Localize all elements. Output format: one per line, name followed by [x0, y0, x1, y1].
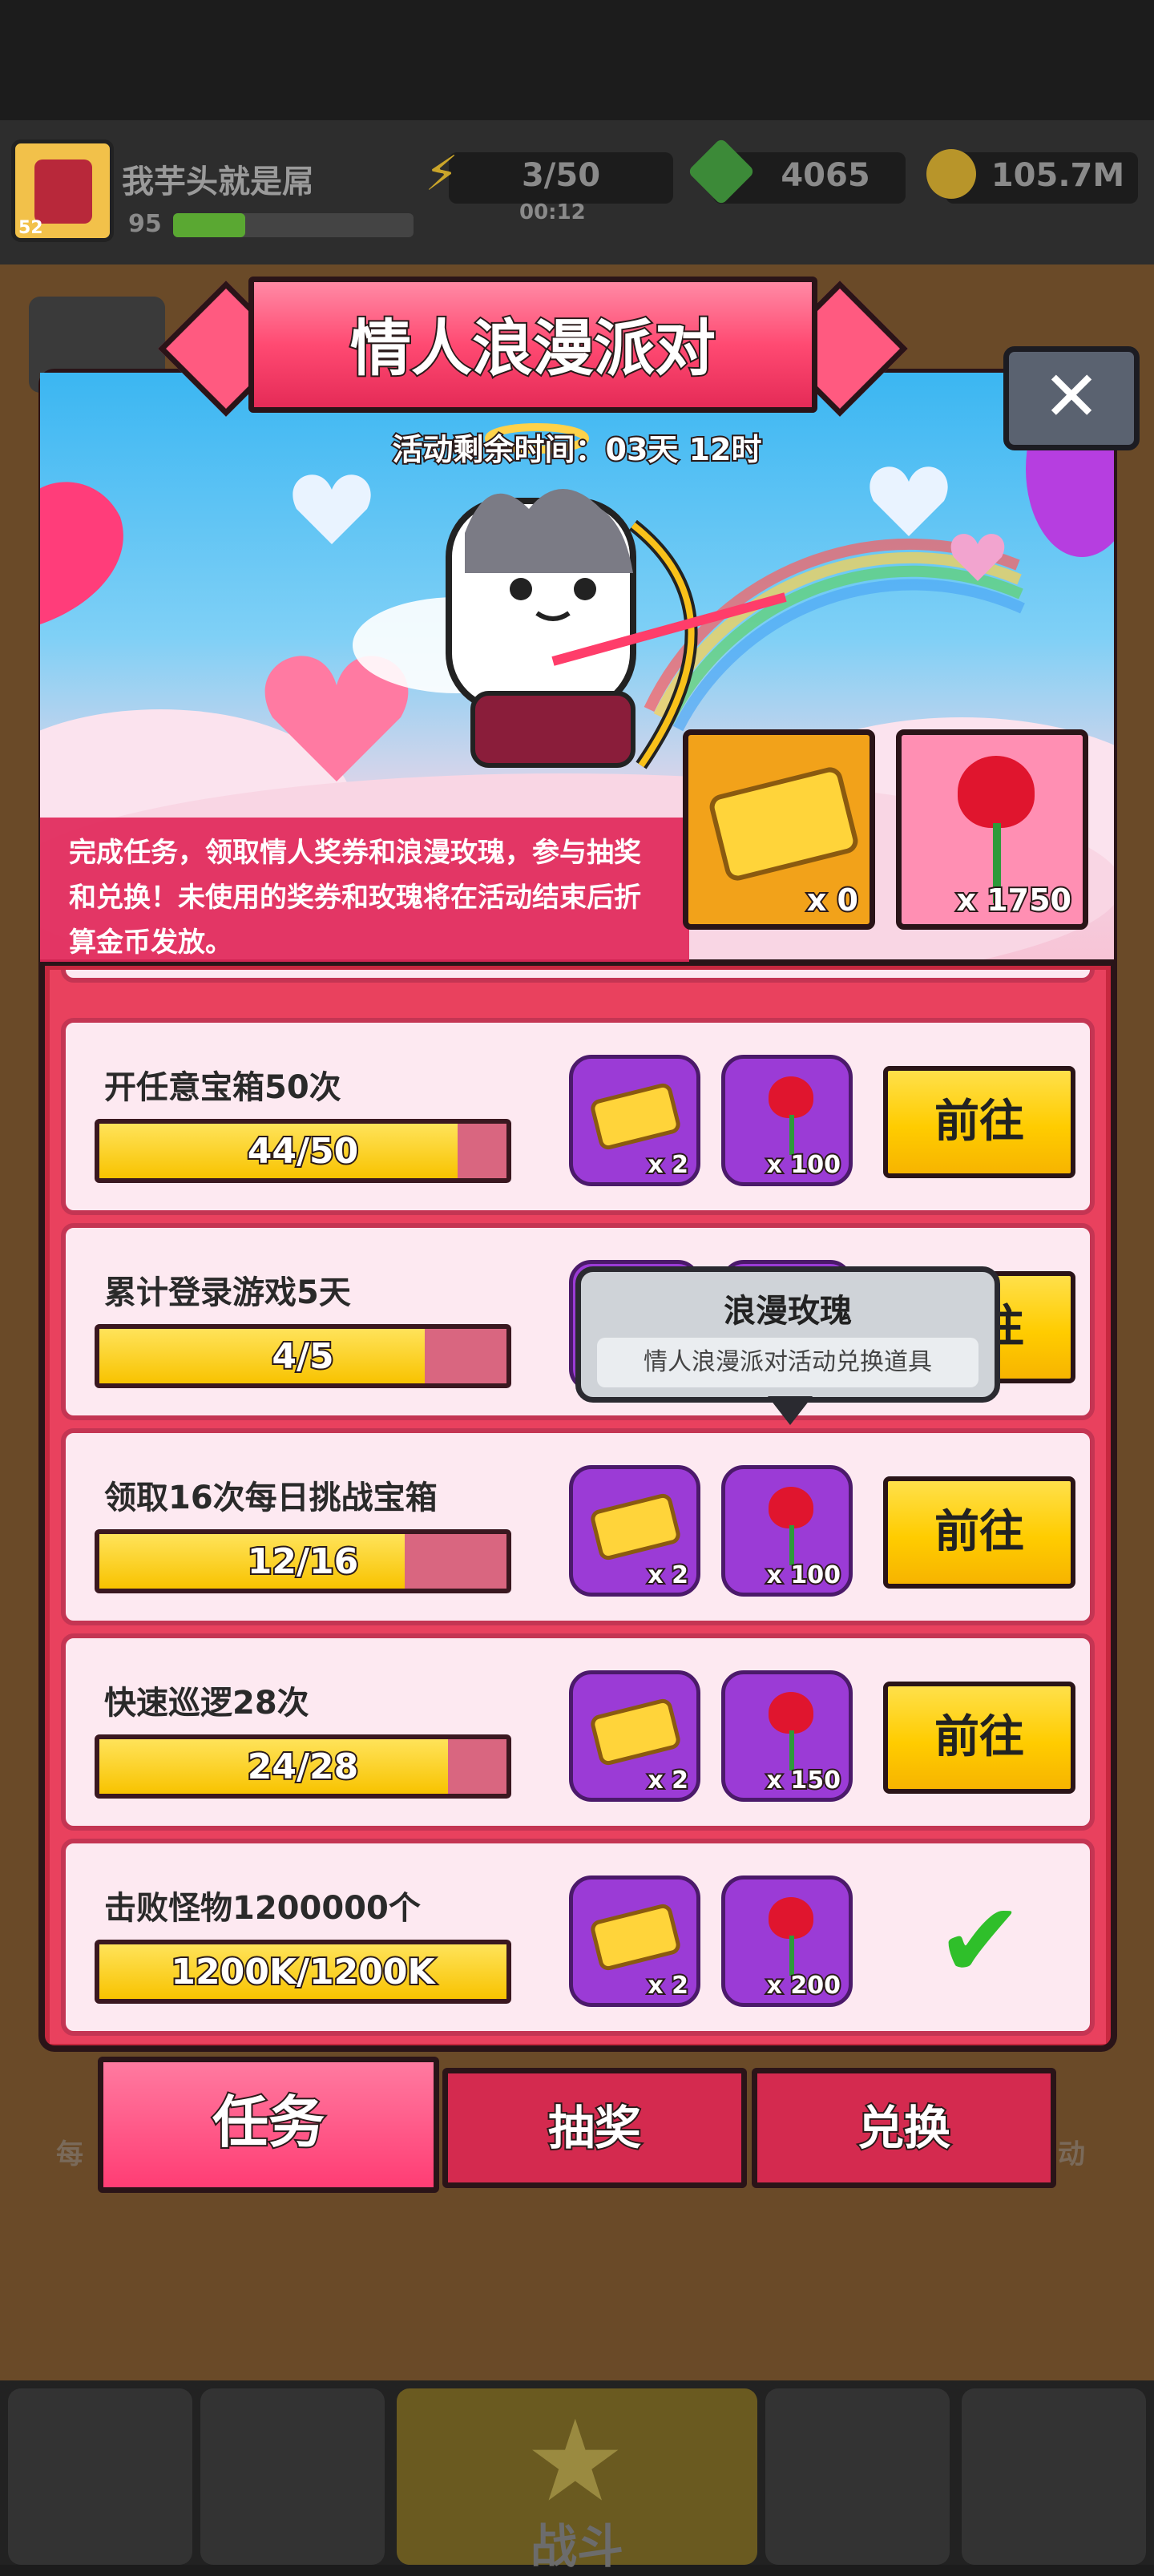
ticket-icon — [588, 1697, 683, 1767]
tab-tasks-label: 任务 — [211, 2088, 326, 2157]
task-title: 开任意宝箱50次 — [104, 1069, 341, 1106]
task-row: 开任意宝箱50次 44/50 x 2 x 100 前往 — [61, 1018, 1095, 1215]
ticket-icon — [588, 1492, 683, 1562]
player-level: 52 — [18, 218, 43, 238]
player-exp-label: 95 — [128, 210, 162, 238]
nav-battle-button[interactable]: ★ 战斗 — [397, 2388, 757, 2574]
ticket-reward-count: x 2 — [646, 1765, 690, 1796]
go-button[interactable]: 前往 — [883, 1066, 1075, 1178]
task-list[interactable]: 开任意宝箱50次44/50x 2x 100前往累计登录游戏5天4/5x 2x 1… — [50, 970, 1106, 2044]
energy-counter[interactable]: ⚡ 3/50 — [425, 146, 673, 204]
side-label-right: 动 — [1058, 2138, 1085, 2170]
title-ribbon: 情人浪漫派对 — [158, 277, 908, 421]
exp-bar — [173, 213, 414, 237]
nav-weapon-icon[interactable] — [200, 2388, 385, 2565]
task-progress-text: 4/5 — [270, 1334, 335, 1379]
tooltip-title: 浪漫玫瑰 — [724, 1293, 852, 1330]
rose-item[interactable]: x 1750 — [896, 729, 1088, 930]
task-title: 累计登录游戏5天 — [104, 1274, 351, 1311]
task-progress-text: 1200K/1200K — [169, 1950, 436, 1994]
rose-icon — [769, 1076, 813, 1118]
task-title: 击败怪物1200000个 — [104, 1890, 421, 1927]
completed-check-icon: ✔ — [936, 1880, 1024, 2001]
cupid-cat-character — [353, 423, 787, 769]
tab-lottery-label: 抽奖 — [547, 2099, 643, 2157]
rose-reward-count: x 100 — [765, 1560, 842, 1591]
nav-skill-icon[interactable] — [765, 2388, 950, 2565]
energy-value: 3/50 — [521, 157, 601, 194]
battle-label: 战斗 — [530, 2519, 623, 2574]
rose-tooltip: 浪漫玫瑰 情人浪漫派对活动兑换道具 — [575, 1266, 1000, 1403]
task-progress-bar: 12/16 — [95, 1529, 511, 1593]
task-progress-text: 44/50 — [246, 1129, 361, 1173]
gem-value: 4065 — [781, 157, 870, 194]
rose-reward-count: x 100 — [765, 1149, 842, 1181]
player-name: 我芋头就是屌 — [122, 164, 314, 200]
rose-reward-count: x 150 — [765, 1765, 842, 1796]
tab-exchange[interactable]: 兑换 — [752, 2068, 1056, 2188]
rose-reward-count: x 200 — [765, 1970, 842, 2001]
top-status-bar: 52 我芋头就是屌 95 ⚡ 3/50 00:12 4065 105.7M — [0, 120, 1154, 264]
task-progress-bar: 1200K/1200K — [95, 1940, 511, 2004]
go-button[interactable]: 前往 — [883, 1682, 1075, 1794]
rose-count: x 1750 — [954, 881, 1073, 919]
ticket-item[interactable]: x 0 — [683, 729, 875, 930]
ticket-reward-count: x 2 — [646, 1149, 690, 1181]
ticket-icon — [707, 765, 861, 883]
go-button[interactable]: 前往 — [883, 1476, 1075, 1589]
coin-counter[interactable]: 105.7M — [926, 149, 1138, 204]
task-title: 快速巡逻28次 — [104, 1685, 309, 1722]
rose-reward[interactable]: x 100 — [721, 1465, 853, 1597]
tooltip-subtitle: 情人浪漫派对活动兑换道具 — [597, 1338, 978, 1387]
event-timer: 活动剩余时间：03天 12时 — [391, 430, 764, 469]
side-label-left: 每 — [56, 2138, 83, 2170]
event-title: 情人浪漫派对 — [349, 311, 717, 386]
rose-reward[interactable]: x 100 — [721, 1055, 853, 1186]
rose-reward[interactable]: x 150 — [721, 1670, 853, 1802]
task-progress-bar: 24/28 — [95, 1734, 511, 1799]
ticket-count: x 0 — [805, 881, 860, 919]
tooltip-arrow — [768, 1396, 813, 1425]
ticket-icon — [588, 1902, 683, 1972]
task-title: 领取16次每日挑战宝箱 — [104, 1480, 438, 1516]
rose-icon — [769, 1897, 813, 1939]
nav-gear-icon[interactable] — [962, 2388, 1146, 2565]
task-progress-bar: 44/50 — [95, 1119, 511, 1183]
gem-counter[interactable]: 4065 — [687, 137, 906, 206]
ticket-reward[interactable]: x 2 — [569, 1875, 700, 2007]
coin-value: 105.7M — [991, 157, 1125, 194]
ticket-reward[interactable]: x 2 — [569, 1055, 700, 1186]
rose-icon — [769, 1692, 813, 1734]
task-progress-bar: 4/5 — [95, 1324, 511, 1388]
ticket-icon — [588, 1081, 683, 1152]
task-row: 领取16次每日挑战宝箱 12/16 x 2 x 100 前往 — [61, 1428, 1095, 1625]
rose-reward[interactable]: x 200 — [721, 1875, 853, 2007]
ticket-reward-count: x 2 — [646, 1970, 690, 2001]
rose-icon — [769, 1487, 813, 1528]
task-progress-text: 24/28 — [246, 1745, 361, 1789]
task-row-partial — [61, 970, 1095, 983]
tab-lottery[interactable]: 抽奖 — [442, 2068, 747, 2188]
ticket-reward[interactable]: x 2 — [569, 1670, 700, 1802]
coin-icon — [926, 149, 976, 199]
task-row: 快速巡逻28次 24/28 x 2 x 150 前往 — [61, 1633, 1095, 1831]
task-progress-text: 12/16 — [246, 1540, 361, 1584]
ticket-reward[interactable]: x 2 — [569, 1465, 700, 1597]
event-description: 完成任务，领取情人奖券和浪漫玫瑰，参与抽奖和兑换！未使用的奖券和玫瑰将在活动结束… — [40, 818, 689, 962]
ticket-reward-count: x 2 — [646, 1560, 690, 1591]
battle-icon: ★ — [525, 2396, 626, 2527]
tab-tasks[interactable]: 任务 — [98, 2057, 439, 2193]
task-row: 击败怪物1200000个 1200K/1200K x 2 x 200 ✔ — [61, 1839, 1095, 2036]
rose-icon — [958, 756, 1035, 828]
energy-timer: 00:12 — [519, 200, 586, 224]
tab-exchange-label: 兑换 — [856, 2099, 952, 2157]
nav-shop-icon[interactable] — [8, 2388, 192, 2565]
player-avatar[interactable]: 52 — [11, 139, 114, 242]
